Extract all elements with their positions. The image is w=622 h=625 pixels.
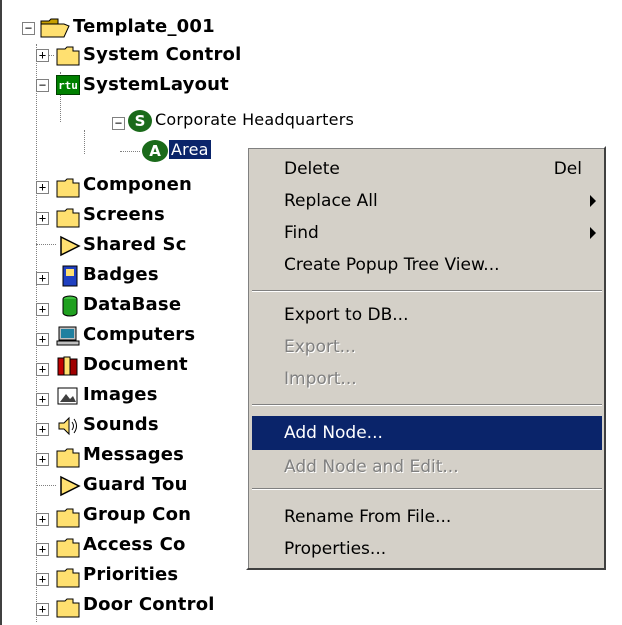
site-icon: S xyxy=(128,110,152,132)
menu-item-label: Rename From File... xyxy=(284,507,452,527)
tree-connector xyxy=(36,244,56,245)
menu-separator xyxy=(252,404,602,406)
folder-icon xyxy=(56,46,80,66)
expander-sounds[interactable]: + xyxy=(36,423,49,436)
tree-connector xyxy=(36,485,56,486)
menu-item-label: Export to DB... xyxy=(284,305,409,325)
menu-item-label: Find xyxy=(284,223,319,243)
folder-icon xyxy=(56,178,80,198)
menu-item-create-popup[interactable]: Create Popup Tree View... xyxy=(252,248,602,282)
menu-item-export: Export... xyxy=(252,330,602,364)
menu-item-delete[interactable]: Delete Del xyxy=(252,152,602,186)
expander-documentation[interactable]: + xyxy=(36,363,49,376)
tree-item-guard-tour[interactable]: Guard Tou xyxy=(83,474,188,495)
tree-guide-line-hq xyxy=(84,130,85,154)
context-menu: Delete Del Replace All Find Create Popup… xyxy=(246,146,606,570)
menu-item-label: Replace All xyxy=(284,191,378,211)
computer-icon xyxy=(56,326,80,346)
menu-item-import: Import... xyxy=(252,362,602,396)
tree-item-area[interactable]: Area xyxy=(169,140,211,159)
expander-corporate-hq[interactable]: − xyxy=(112,117,125,130)
menu-item-label: Export... xyxy=(284,337,356,357)
expander-badges[interactable]: + xyxy=(36,272,49,285)
menu-item-shortcut: Del xyxy=(553,159,582,179)
database-icon xyxy=(62,295,78,317)
menu-item-label: Properties... xyxy=(284,539,387,559)
tree-item-documentation[interactable]: Document xyxy=(83,354,188,375)
tree-item-images[interactable]: Images xyxy=(83,384,158,405)
menu-item-add-node[interactable]: Add Node... xyxy=(252,416,602,450)
folder-icon xyxy=(56,568,80,588)
expander-system-control[interactable]: + xyxy=(36,49,49,62)
menu-item-rename-from-file[interactable]: Rename From File... xyxy=(252,500,602,534)
tree-item-badges[interactable]: Badges xyxy=(83,264,159,285)
folder-icon xyxy=(56,208,80,228)
tree-item-door-control[interactable]: Door Control xyxy=(83,594,215,615)
tree-item-shared-screens[interactable]: Shared Sc xyxy=(83,234,187,255)
tree-item-access-control[interactable]: Access Co xyxy=(83,534,186,555)
open-folder-icon xyxy=(40,18,70,38)
expander-system-layout[interactable]: − xyxy=(36,79,49,92)
badge-icon xyxy=(62,265,78,287)
expander-computers[interactable]: + xyxy=(36,333,49,346)
tree-item-screens[interactable]: Screens xyxy=(83,204,165,225)
expander-access-control[interactable]: + xyxy=(36,543,49,556)
submenu-arrow-icon xyxy=(590,195,596,207)
tree-item-priorities[interactable]: Priorities xyxy=(83,564,178,585)
folder-icon xyxy=(56,538,80,558)
expander-group-control[interactable]: + xyxy=(36,513,49,526)
tree-item-components[interactable]: Componen xyxy=(83,174,192,195)
folder-icon xyxy=(56,508,80,528)
menu-item-label: Delete xyxy=(284,159,340,179)
menu-separator xyxy=(252,290,602,292)
speaker-icon xyxy=(58,416,77,436)
menu-item-add-node-edit: Add Node and Edit... xyxy=(252,450,602,484)
area-icon: A xyxy=(142,140,168,162)
expander-priorities[interactable]: + xyxy=(36,573,49,586)
tree-item-computers[interactable]: Computers xyxy=(83,324,195,345)
tree-item-root[interactable]: Template_001 xyxy=(73,16,215,37)
menu-item-label: Add Node and Edit... xyxy=(284,457,459,477)
expander-components[interactable]: + xyxy=(36,181,49,194)
expander-root[interactable]: − xyxy=(22,22,35,35)
tree-item-group-control[interactable]: Group Con xyxy=(83,504,191,525)
expander-door-control[interactable]: + xyxy=(36,603,49,616)
expander-images[interactable]: + xyxy=(36,393,49,406)
tree-item-system-layout[interactable]: SystemLayout xyxy=(83,74,229,95)
tree-item-sounds[interactable]: Sounds xyxy=(83,414,159,435)
expander-messages[interactable]: + xyxy=(36,453,49,466)
play-triangle-icon xyxy=(60,235,81,257)
menu-item-label: Add Node... xyxy=(284,423,383,443)
play-triangle-icon xyxy=(60,475,81,497)
menu-item-export-db[interactable]: Export to DB... xyxy=(252,298,602,332)
expander-database[interactable]: + xyxy=(36,303,49,316)
image-icon xyxy=(57,387,78,405)
tree-item-system-control[interactable]: System Control xyxy=(83,44,241,65)
menu-item-replace-all[interactable]: Replace All xyxy=(252,184,602,218)
menu-separator xyxy=(252,488,602,490)
folder-icon xyxy=(56,598,80,618)
menu-item-label: Import... xyxy=(284,369,357,389)
menu-item-properties[interactable]: Properties... xyxy=(252,532,602,566)
tree-item-corporate-hq[interactable]: Corporate Headquarters xyxy=(155,110,354,129)
tree-item-messages[interactable]: Messages xyxy=(83,444,184,465)
tree-connector xyxy=(120,151,140,152)
menu-item-find[interactable]: Find xyxy=(252,216,602,250)
tree-item-database[interactable]: DataBase xyxy=(83,294,181,315)
books-icon xyxy=(57,356,78,376)
expander-screens[interactable]: + xyxy=(36,212,49,225)
folder-icon xyxy=(56,448,80,468)
menu-item-label: Create Popup Tree View... xyxy=(284,255,500,275)
submenu-arrow-icon xyxy=(590,227,596,239)
rtu-icon: rtu xyxy=(56,75,80,95)
